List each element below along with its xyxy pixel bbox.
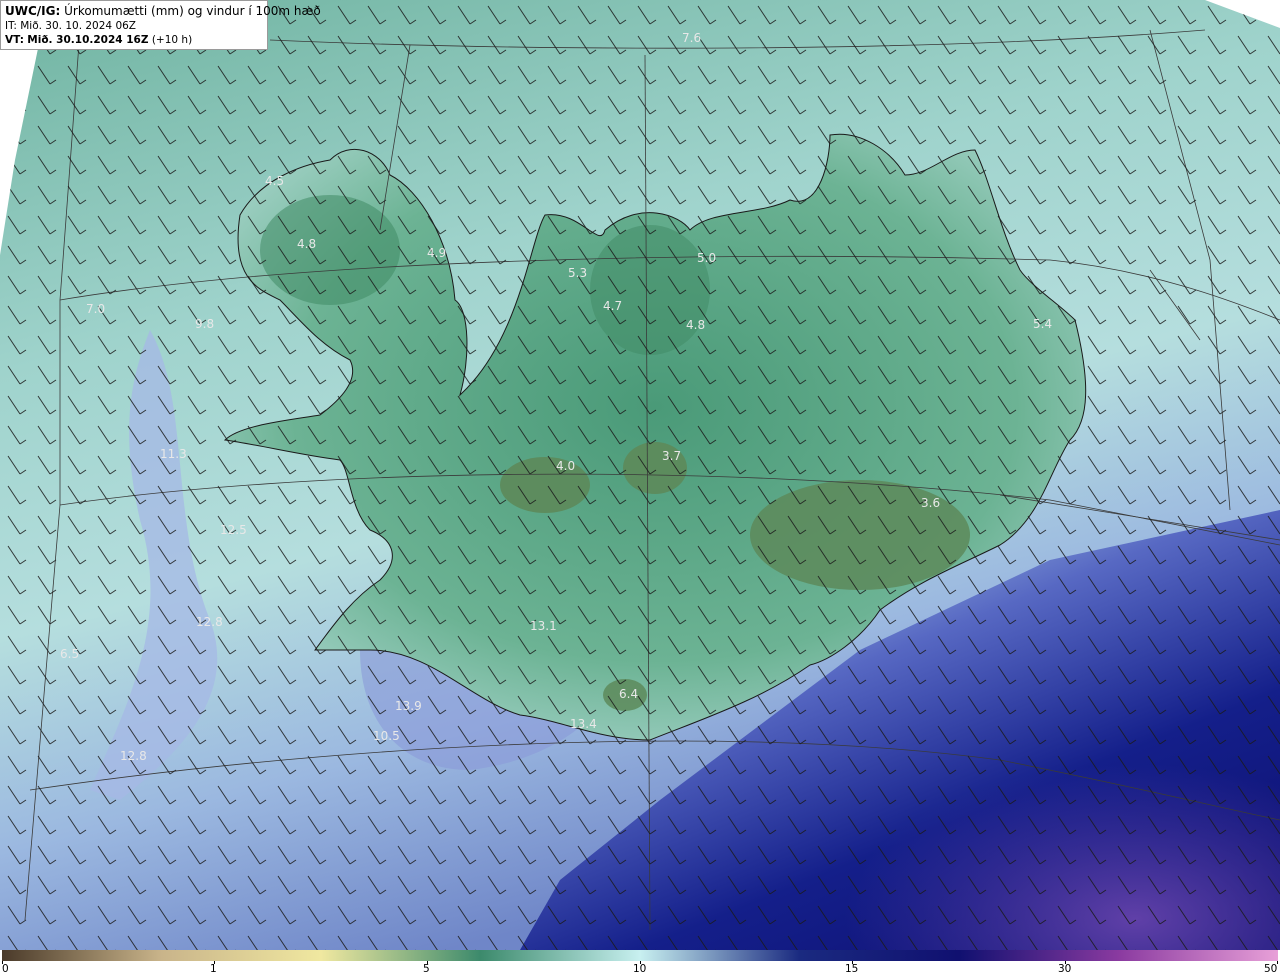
value-label: 5.0 [697,251,716,265]
wind-barbs [0,0,1280,950]
weather-map: 7.6 4.5 4.8 4.9 5.3 4.7 4.8 5.4 7.0 9.8 … [0,0,1280,950]
title-line: UWC/IG: Úrkomumætti (mm) og vindur í 100… [5,4,321,19]
map-title-box: UWC/IG: Úrkomumætti (mm) og vindur í 100… [0,0,321,50]
value-label: 10.5 [373,729,400,743]
value-label: 13.9 [395,699,422,713]
colorbar-gradient [2,950,1278,961]
value-label: 11.3 [160,447,187,461]
value-label: 4.7 [603,299,622,313]
colorbar-label: 10 [633,963,647,975]
value-label: 12.8 [120,749,147,763]
value-label: 13.1 [530,619,557,633]
model-name: UWC/IG: [5,4,61,18]
value-label: 13.4 [570,717,597,731]
value-label: 5.4 [1033,317,1052,331]
value-label: 7.6 [682,31,701,45]
valid-time-line: VT: Mið. 30.10.2024 16Z (+10 h) [5,33,263,47]
colorbar-label: 5 [423,963,430,975]
value-label: 4.9 [427,246,446,260]
colorbar-label: 1 [210,963,217,975]
valid-time: Mið. 30.10.2024 16Z [27,34,149,46]
value-label: 3.6 [921,496,940,510]
lead-time: (+10 h) [151,34,193,46]
colorbar-label: 0 [2,963,9,975]
valid-prefix: VT: [5,34,24,46]
value-label: 5.3 [568,266,587,280]
colorbar-label: 50 [1264,963,1278,975]
value-label: 9.8 [195,317,214,331]
colorbar-label: 15 [845,963,859,975]
colorbar-label: 30 [1058,963,1072,975]
value-label: 4.5 [265,174,284,188]
colorbar: 0 1 5 10 15 30 50 [0,950,1280,978]
issue-time: IT: Mið. 30. 10. 2024 06Z [5,20,136,32]
parameter-title: Úrkomumætti (mm) og vindur í 100m hæð [64,4,321,18]
value-label: 6.5 [60,647,79,661]
value-label: 3.7 [662,449,681,463]
value-label: 7.0 [86,302,105,316]
value-label: 4.0 [556,459,575,473]
value-label: 4.8 [297,237,316,251]
value-label: 12.8 [196,615,223,629]
value-label: 4.8 [686,318,705,332]
value-label: 12.5 [220,523,247,537]
value-label: 6.4 [619,687,638,701]
